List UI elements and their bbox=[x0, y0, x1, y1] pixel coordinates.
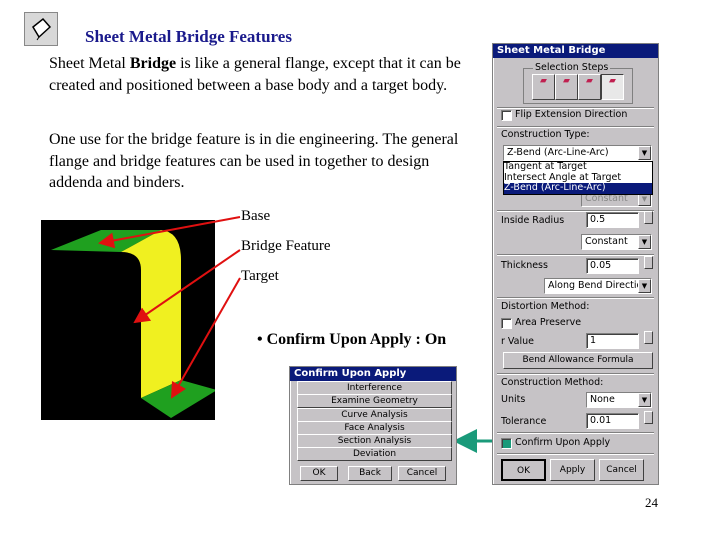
units-dropdown[interactable]: None ▼ bbox=[586, 392, 652, 408]
confirm-upon-apply-dialog: Confirm Upon Apply Interference Examine … bbox=[289, 366, 457, 485]
apply-button[interactable]: Apply bbox=[550, 459, 595, 481]
thickness-spin[interactable] bbox=[644, 256, 653, 269]
back-button[interactable]: Back bbox=[348, 466, 392, 481]
construction-method-label: Construction Method: bbox=[501, 377, 604, 388]
section-analysis-button[interactable]: Section Analysis bbox=[297, 434, 452, 448]
option-tangent[interactable]: Tangent at Target bbox=[504, 161, 652, 173]
step-target-button[interactable]: ▰ bbox=[578, 74, 601, 100]
r-value-spin[interactable] bbox=[644, 331, 653, 344]
radius-mode-dropdown[interactable]: Constant ▼ bbox=[581, 234, 652, 250]
r-value-label: r Value bbox=[501, 336, 535, 347]
thickness-label: Thickness bbox=[501, 260, 548, 271]
curve-analysis-button[interactable]: Curve Analysis bbox=[297, 408, 452, 422]
selection-steps-label: Selection Steps bbox=[533, 62, 611, 73]
construction-type-options: Tangent at Target Intersect Angle at Tar… bbox=[503, 161, 653, 195]
ok-button[interactable]: OK bbox=[501, 459, 546, 481]
step-base-edge-button[interactable]: ▰ bbox=[555, 74, 578, 100]
distortion-method-label: Distortion Method: bbox=[501, 301, 590, 312]
r-value-input[interactable]: 1 bbox=[586, 333, 639, 349]
deviation-button[interactable]: Deviation bbox=[297, 447, 452, 461]
flip-extension-label: Flip Extension Direction bbox=[515, 109, 628, 120]
inside-radius-label: Inside Radius bbox=[501, 215, 565, 226]
face-analysis-button[interactable]: Face Analysis bbox=[297, 421, 452, 435]
arrow-target bbox=[171, 277, 241, 399]
chevron-down-icon: ▼ bbox=[638, 393, 651, 407]
tolerance-spin[interactable] bbox=[644, 411, 653, 424]
flip-extension-checkbox[interactable] bbox=[501, 110, 512, 121]
bend-allowance-formula-button[interactable]: Bend Allowance Formula bbox=[503, 352, 653, 369]
thickness-input[interactable]: 0.05 bbox=[586, 258, 639, 274]
area-preserve-checkbox[interactable] bbox=[501, 318, 512, 329]
tolerance-label: Tolerance bbox=[501, 416, 547, 427]
tolerance-input[interactable]: 0.01 bbox=[586, 413, 639, 429]
bullet-confirm: • Confirm Upon Apply : On bbox=[257, 331, 447, 348]
units-label: Units bbox=[501, 394, 526, 405]
cancel-button[interactable]: Cancel bbox=[599, 459, 644, 481]
construction-type-label: Construction Type: bbox=[501, 129, 590, 140]
confirm-upon-apply-label: Confirm Upon Apply bbox=[515, 437, 611, 448]
construction-type-dropdown[interactable]: Z-Bend (Arc-Line-Arc) ▼ bbox=[503, 145, 652, 161]
chevron-down-icon: ▼ bbox=[638, 279, 651, 293]
arrow-bridge bbox=[133, 249, 241, 324]
arrow-base bbox=[98, 216, 241, 249]
thickness-mode-dropdown[interactable]: Along Bend Direction ▼ bbox=[544, 278, 652, 294]
examine-geometry-button[interactable]: Examine Geometry bbox=[297, 394, 452, 408]
dialog-title: Confirm Upon Apply bbox=[290, 367, 456, 381]
cancel-button[interactable]: Cancel bbox=[398, 466, 446, 481]
chevron-down-icon: ▼ bbox=[638, 235, 651, 249]
option-z-bend[interactable]: Z-Bend (Arc-Line-Arc) bbox=[504, 182, 652, 194]
interference-button[interactable]: Interference bbox=[297, 381, 452, 395]
inside-radius-input[interactable]: 0.5 bbox=[586, 212, 639, 228]
page-number: 24 bbox=[645, 495, 658, 510]
chevron-down-icon: ▼ bbox=[638, 146, 651, 160]
sheet-metal-bridge-dialog: Sheet Metal Bridge Selection Steps ▰ ▰ ▰… bbox=[492, 43, 659, 485]
confirm-upon-apply-checkbox[interactable] bbox=[501, 438, 512, 449]
step-target-edge-button[interactable]: ▰ bbox=[601, 74, 624, 100]
inside-radius-spin[interactable] bbox=[644, 211, 653, 224]
step-base-button[interactable]: ▰ bbox=[532, 74, 555, 100]
dialog-title: Sheet Metal Bridge bbox=[493, 44, 658, 58]
ok-button[interactable]: OK bbox=[300, 466, 338, 481]
area-preserve-label: Area Preserve bbox=[515, 317, 582, 328]
